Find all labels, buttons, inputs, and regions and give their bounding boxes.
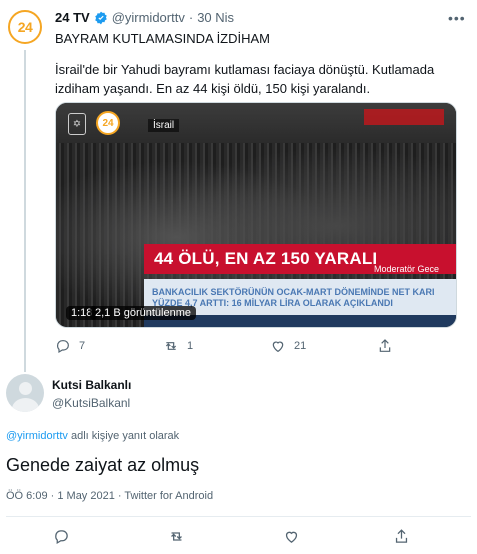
emblem-icon: ✡ — [68, 113, 86, 135]
share-icon — [379, 339, 391, 352]
more-icon[interactable]: ••• — [448, 10, 466, 26]
like-action[interactable]: 21 — [270, 338, 306, 354]
reply-count: 7 — [79, 340, 86, 352]
replying-to: @yirmidorttv adlı kişiye yanıt olarak — [6, 430, 179, 442]
ticker-text: BANKACILIK SEKTÖRÜNÜN OCAK-MART DÖNEMİND… — [152, 287, 435, 308]
verified-icon — [94, 11, 107, 24]
tweet-actions: 7 1 21 — [55, 338, 395, 358]
reply-action[interactable]: 7 — [55, 338, 85, 354]
reply-icon — [55, 530, 68, 545]
channel-logo: 24 — [96, 111, 120, 135]
like-count: 21 — [294, 340, 307, 352]
reply-suffix: adlı kişiye yanıt olarak — [67, 430, 180, 442]
retweet-action[interactable]: 1 — [163, 338, 193, 354]
reply-icon — [57, 340, 69, 354]
video-player[interactable]: ✡ 24 İsrail 44 ÖLÜ, EN AZ 150 YARALI Mod… — [55, 102, 457, 328]
moderator-label: Moderatör Gece — [374, 264, 440, 274]
author-name[interactable]: 24 TV — [55, 10, 90, 25]
divider — [6, 516, 471, 517]
thread-connector-line — [24, 50, 26, 372]
share-action[interactable] — [377, 338, 393, 354]
avatar[interactable] — [6, 374, 44, 412]
video-views: 2,1 B görüntülenme — [90, 306, 197, 320]
main-tweet-actions — [0, 524, 477, 550]
avatar-head — [19, 382, 32, 395]
tweet-title: BAYRAM KUTLAMASINDA İZDİHAM — [55, 31, 271, 46]
avatar-body — [12, 398, 39, 412]
live-badge — [364, 109, 444, 125]
share-icon — [395, 529, 408, 543]
tweet-date[interactable]: 30 Nis — [197, 10, 234, 25]
tweet-header: 24 TV @yirmidorttv · 30 Nis — [55, 10, 234, 25]
share-button[interactable] — [393, 528, 410, 550]
tweet-text: Genede zaiyat az olmuş — [6, 455, 200, 475]
avatar-logo-text: 24 — [17, 19, 33, 35]
like-icon — [285, 531, 298, 543]
author-handle[interactable]: @KutsiBalkanl — [52, 396, 130, 410]
like-button[interactable] — [283, 528, 300, 550]
retweet-count: 1 — [187, 340, 194, 352]
reply-button[interactable] — [53, 528, 70, 550]
reply-mention-link[interactable]: @yirmidorttv — [6, 430, 68, 442]
separator-dot: · — [188, 10, 194, 25]
retweet-button[interactable] — [168, 528, 185, 550]
location-label: İsrail — [148, 119, 180, 132]
tweet-meta[interactable]: ÖÖ 6:09 · 1 May 2021 · Twitter for Andro… — [6, 490, 213, 502]
retweet-icon — [171, 532, 182, 541]
retweet-icon — [165, 342, 177, 350]
author-handle[interactable]: @yirmidorttv — [112, 10, 185, 25]
account-avatar[interactable]: 24 — [8, 10, 42, 44]
like-icon — [272, 341, 284, 353]
author-name[interactable]: Kutsi Balkanlı — [52, 378, 131, 392]
tweet-body: İsrail'de bir Yahudi bayramı kutlaması f… — [55, 62, 435, 96]
